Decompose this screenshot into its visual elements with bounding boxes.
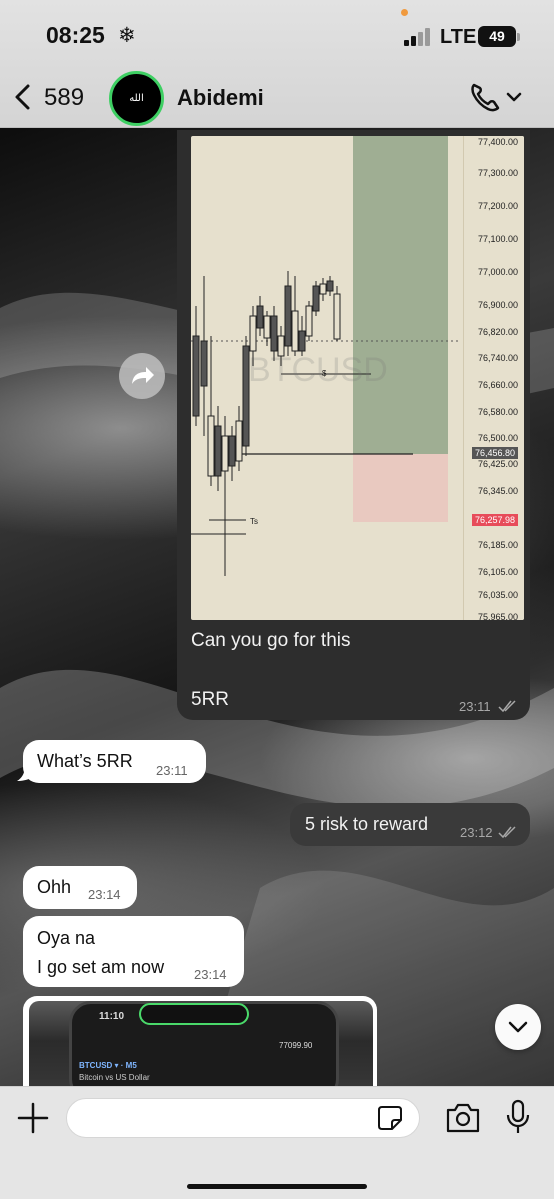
price-tick: 77,300.00	[477, 168, 518, 178]
message-text: Ohh	[37, 877, 72, 897]
scroll-to-bottom-button[interactable]	[495, 1004, 541, 1050]
message-time: 23:14	[88, 887, 121, 902]
entry-price-label: 76,456.80	[471, 447, 518, 459]
privacy-indicator	[401, 9, 408, 16]
read-receipt-icon	[498, 700, 516, 713]
chart-marker-ts: Ts	[250, 517, 258, 526]
phone-icon[interactable]	[468, 80, 524, 114]
price-tick: 76,345.00	[477, 486, 518, 496]
price-tick: 76,820.00	[477, 327, 518, 337]
chevron-down-icon	[508, 1021, 528, 1033]
message-bubble-in[interactable]: What’s 5RR 23:11	[23, 740, 206, 783]
price-tick: 77,000.00	[477, 267, 518, 277]
price-tick: 76,580.00	[477, 407, 518, 417]
message-input[interactable]	[66, 1098, 420, 1138]
read-receipt-icon	[498, 826, 516, 839]
price-tick: 77,400.00	[477, 137, 518, 147]
contact-avatar[interactable]: الله	[109, 71, 164, 126]
chart-screenshot[interactable]: BTCUSD $ Ts 77,400.00 77,300.00 77,200.0…	[191, 136, 524, 620]
status-time: 08:25	[46, 22, 105, 48]
forward-button[interactable]	[119, 353, 165, 399]
message-time: 23:11	[459, 699, 491, 714]
message-text-line1: Oya na	[37, 928, 96, 948]
price-axis: 77,400.00 77,300.00 77,200.00 77,100.00 …	[463, 136, 524, 620]
home-indicator	[187, 1184, 367, 1189]
price-tick: 76,185.00	[477, 540, 518, 550]
price-tick: 76,660.00	[477, 380, 518, 390]
message-text: 5 risk to reward	[305, 814, 429, 834]
price-tick: 76,900.00	[477, 300, 518, 310]
message-time: 23:14	[194, 967, 227, 982]
message-bubble-out[interactable]: 5 risk to reward 23:12	[290, 803, 530, 846]
price-tick: 77,100.00	[477, 234, 518, 244]
camera-icon[interactable]	[444, 1101, 482, 1135]
risk-zone	[353, 454, 448, 522]
contact-name[interactable]: Abidemi	[177, 85, 264, 111]
battery-icon: 49	[478, 26, 516, 47]
reward-zone	[353, 136, 448, 454]
image-caption-line2: 5RR	[191, 689, 230, 710]
network-type: LTE	[440, 26, 477, 48]
sticker-icon[interactable]	[376, 1104, 404, 1132]
dynamic-island	[139, 1003, 249, 1025]
signal-icon	[404, 28, 434, 46]
forward-arrow-icon	[132, 367, 154, 384]
photo-phone-time: 11:10	[99, 1011, 125, 1022]
message-text: What’s 5RR	[37, 751, 133, 771]
message-time: 23:11	[156, 763, 188, 778]
message-bubble-in[interactable]: Oya na I go set am now 23:14	[23, 916, 244, 987]
message-time: 23:12	[460, 825, 493, 840]
photo-price: 77099.90	[279, 1041, 313, 1050]
battery-tip	[517, 33, 520, 41]
message-bubble-in[interactable]: Ohh 23:14	[23, 866, 137, 909]
microphone-icon[interactable]	[504, 1098, 532, 1136]
photo-ticker: BTCUSD ▾ · M5	[79, 1061, 137, 1070]
price-tick: 77,200.00	[477, 201, 518, 211]
message-text-line2: I go set am now	[37, 957, 165, 977]
price-tick: 76,425.00	[477, 459, 518, 469]
snowflake-icon: ❄	[118, 24, 136, 47]
chart-watermark: BTCUSD	[248, 351, 388, 389]
back-unread-count[interactable]: 589	[44, 84, 84, 112]
image-caption-line1: Can you go for this	[191, 630, 351, 651]
price-tick: 76,500.00	[477, 433, 518, 443]
photo-subtitle: Bitcoin vs US Dollar	[79, 1073, 150, 1082]
avatar-text: الله	[116, 78, 157, 119]
plus-icon[interactable]	[16, 1101, 50, 1135]
price-tick: 76,740.00	[477, 353, 518, 363]
price-tick: 76,105.00	[477, 567, 518, 577]
stop-price-label: 76,257.98	[471, 514, 518, 526]
chart-marker-s: $	[322, 369, 327, 378]
back-chevron-icon[interactable]	[10, 80, 38, 114]
price-tick: 76,035.00	[477, 590, 518, 600]
price-tick: 75,965.00	[477, 612, 518, 620]
